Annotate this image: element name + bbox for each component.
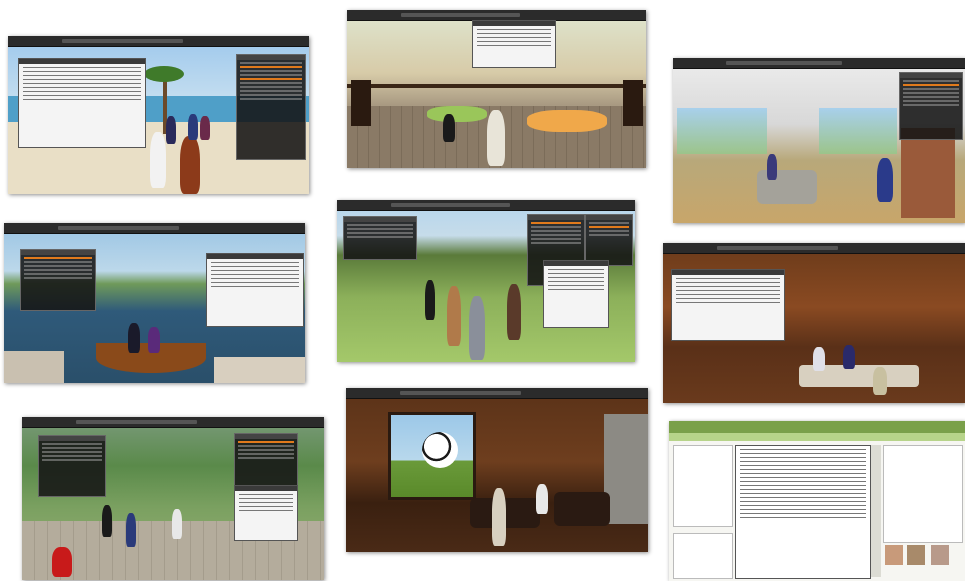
people-panel[interactable] bbox=[899, 72, 963, 140]
avatar bbox=[126, 513, 136, 547]
inventory-panel[interactable] bbox=[20, 249, 96, 311]
sofa bbox=[554, 492, 610, 526]
viewer-toolbar bbox=[346, 388, 648, 399]
chat-window[interactable] bbox=[472, 20, 556, 68]
participants-pane bbox=[673, 445, 733, 527]
screenshot-boat-lake bbox=[4, 223, 305, 383]
chat-window[interactable] bbox=[543, 260, 609, 328]
viewer-toolbar bbox=[8, 36, 309, 47]
viewer-toolbar bbox=[673, 58, 965, 69]
post bbox=[623, 80, 643, 126]
screenshot-soccer-room bbox=[346, 388, 648, 552]
avatar bbox=[52, 547, 72, 577]
avatar bbox=[172, 509, 182, 539]
avatar bbox=[873, 367, 887, 395]
people-panel[interactable] bbox=[234, 433, 298, 491]
avatar bbox=[843, 345, 855, 369]
viewer-toolbar bbox=[22, 417, 324, 428]
screenshot-beach-meeting bbox=[8, 36, 309, 194]
palm-leaves bbox=[144, 66, 184, 82]
groups-panel[interactable] bbox=[585, 214, 633, 266]
avatar bbox=[188, 114, 198, 140]
webcam-thumbnail bbox=[931, 545, 949, 565]
avatar bbox=[469, 296, 485, 360]
screenshot-web-worksheet bbox=[669, 421, 965, 581]
people-panel[interactable] bbox=[236, 54, 306, 160]
avatar bbox=[166, 116, 176, 144]
stone-fireplace bbox=[604, 414, 648, 524]
webcam-thumbnail bbox=[907, 545, 925, 565]
avatar bbox=[767, 154, 777, 180]
avatar bbox=[128, 323, 140, 353]
webcam-thumbnail bbox=[885, 545, 903, 565]
avatar bbox=[447, 286, 461, 346]
fireplace bbox=[901, 128, 955, 218]
avatar bbox=[102, 505, 112, 537]
avatar bbox=[492, 488, 506, 546]
screenshot-deck-lounge bbox=[347, 10, 646, 168]
chat-window[interactable] bbox=[671, 269, 785, 341]
cushion bbox=[427, 106, 487, 122]
avatar bbox=[443, 114, 455, 142]
avatar bbox=[507, 284, 521, 340]
dock bbox=[4, 351, 64, 383]
avatar bbox=[425, 280, 435, 320]
avatar bbox=[150, 132, 166, 188]
notes-pane bbox=[883, 445, 963, 543]
post bbox=[351, 80, 371, 126]
inventory-panel[interactable] bbox=[38, 435, 106, 497]
screenshot-garden-plaza bbox=[22, 417, 324, 580]
worksheet-document[interactable] bbox=[735, 445, 871, 579]
window-view bbox=[677, 108, 767, 154]
chat-window[interactable] bbox=[18, 58, 146, 148]
viewer-toolbar bbox=[663, 243, 965, 254]
chat-pane bbox=[673, 533, 733, 579]
window-view bbox=[819, 108, 897, 154]
app-header-bar bbox=[669, 433, 965, 441]
avatar bbox=[180, 136, 200, 194]
railing bbox=[347, 84, 646, 88]
screenshot-modern-room bbox=[673, 58, 965, 223]
chat-window[interactable] bbox=[206, 253, 304, 327]
sofa bbox=[757, 170, 817, 204]
dock bbox=[214, 357, 305, 383]
inventory-panel[interactable] bbox=[343, 216, 417, 260]
collage: { "collage": { "panels": [ {"id":"beach-… bbox=[0, 0, 965, 581]
avatar bbox=[487, 110, 505, 166]
avatar bbox=[536, 484, 548, 514]
viewer-toolbar bbox=[4, 223, 305, 234]
soccer-ball bbox=[422, 432, 458, 468]
avatar bbox=[148, 327, 160, 353]
avatar bbox=[813, 347, 825, 371]
cushion bbox=[527, 110, 607, 132]
screenshot-cabin-class bbox=[663, 243, 965, 403]
tool-strip bbox=[871, 445, 881, 577]
viewer-toolbar bbox=[337, 200, 635, 211]
avatar bbox=[877, 158, 893, 202]
chat-window[interactable] bbox=[234, 485, 298, 541]
screenshot-flower-field bbox=[337, 200, 635, 362]
avatar bbox=[200, 116, 210, 140]
